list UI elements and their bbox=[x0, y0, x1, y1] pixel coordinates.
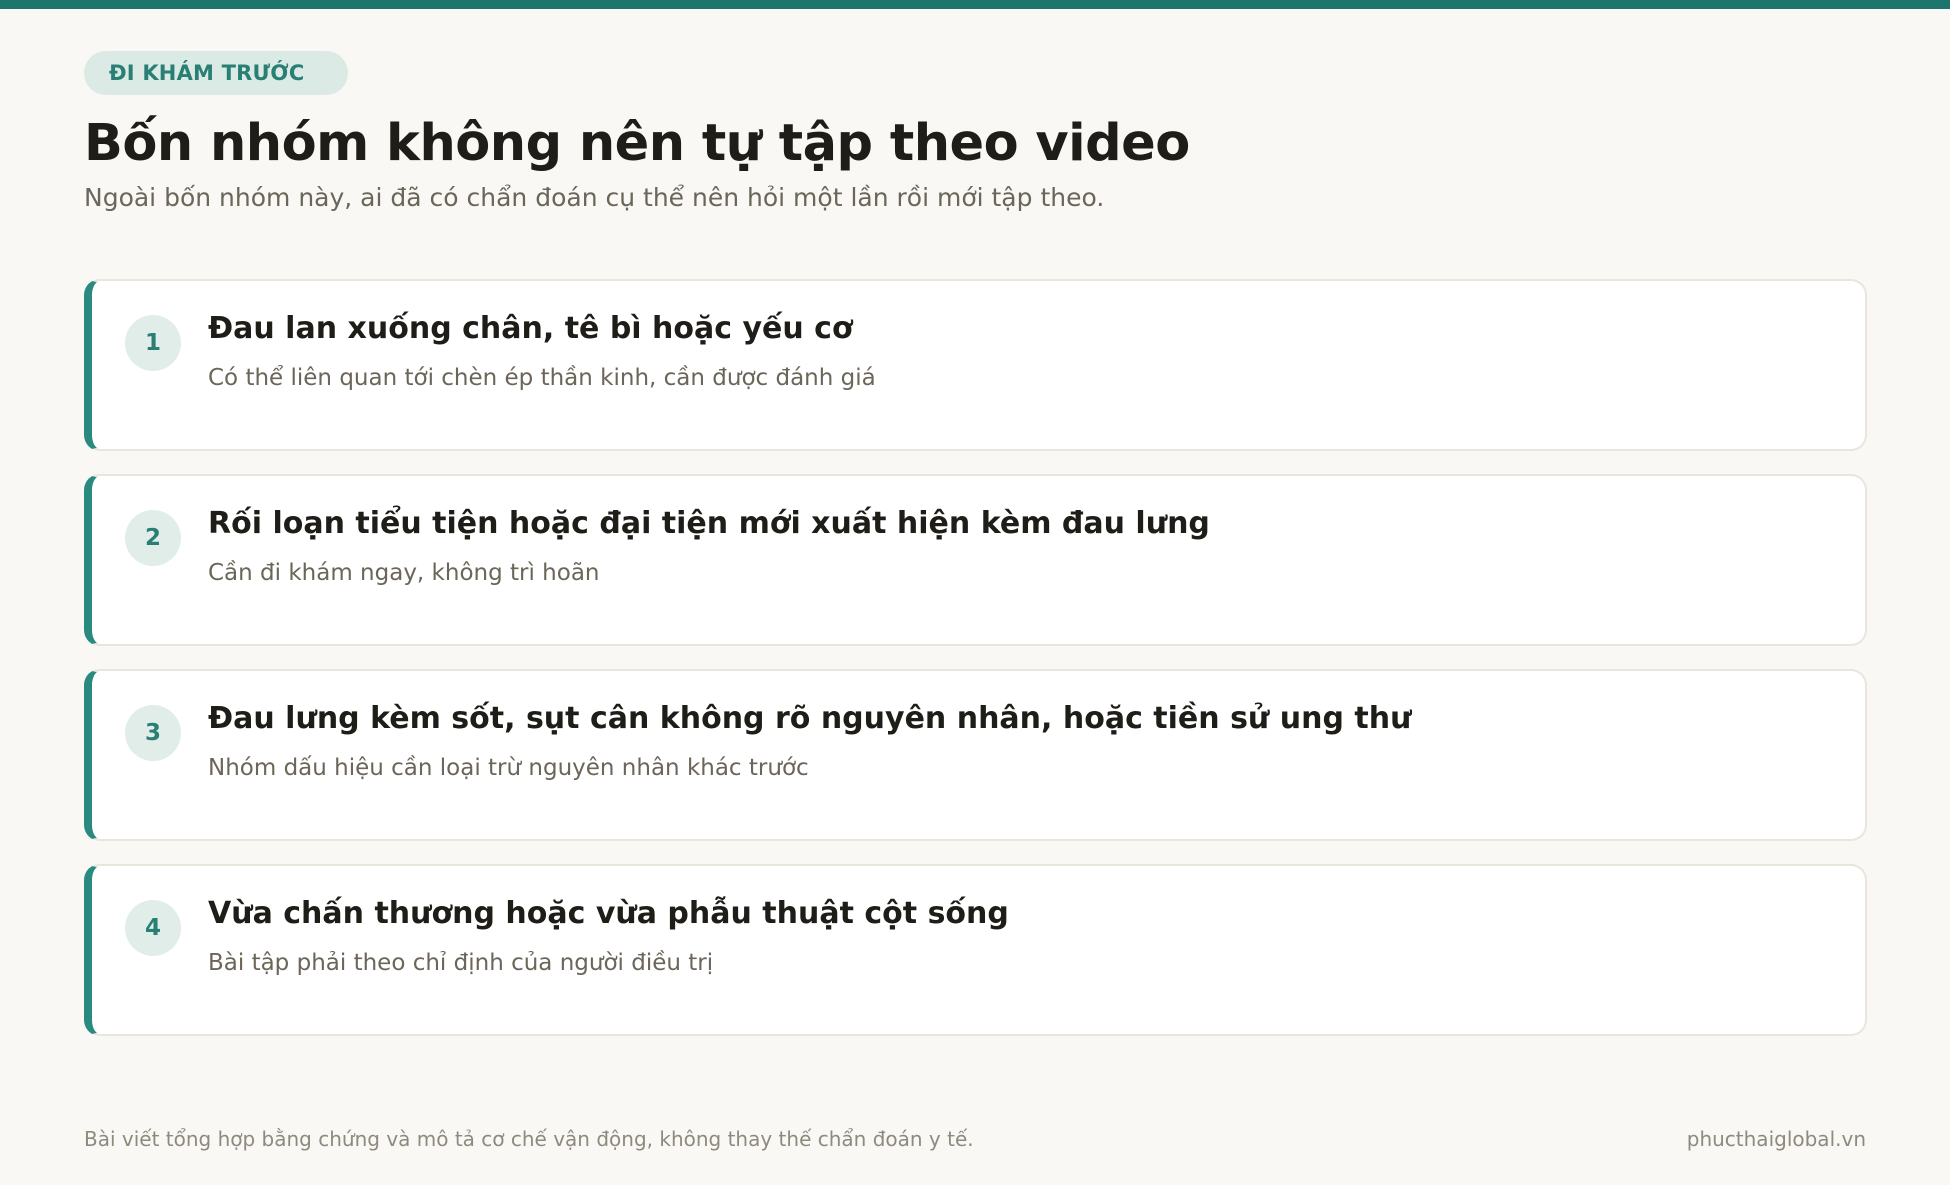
card-number-badge: 2 bbox=[125, 510, 181, 566]
card-title: Vừa chấn thương hoặc vừa phẫu thuật cột … bbox=[208, 896, 1009, 931]
card-number-badge: 4 bbox=[125, 900, 181, 956]
page-content: ĐI KHÁM TRƯỚC Bốn nhóm không nên tự tập … bbox=[84, 51, 1867, 1036]
card-title: Đau lan xuống chân, tê bì hoặc yếu cơ bbox=[208, 311, 853, 346]
card-number-badge: 1 bbox=[125, 315, 181, 371]
warning-card-1: 1 Đau lan xuống chân, tê bì hoặc yếu cơ … bbox=[84, 279, 1867, 451]
card-title: Đau lưng kèm sốt, sụt cân không rõ nguyê… bbox=[208, 701, 1412, 736]
warning-card-3: 3 Đau lưng kèm sốt, sụt cân không rõ ngu… bbox=[84, 669, 1867, 841]
warning-card-4: 4 Vừa chấn thương hoặc vừa phẫu thuật cộ… bbox=[84, 864, 1867, 1036]
footer-disclaimer: Bài viết tổng hợp bằng chứng và mô tả cơ… bbox=[84, 1127, 974, 1151]
page-subtitle: Ngoài bốn nhóm này, ai đã có chẩn đoán c… bbox=[84, 183, 1105, 212]
card-description: Có thể liên quan tới chèn ép thần kinh, … bbox=[208, 365, 876, 391]
footer-site-link[interactable]: phucthaiglobal.vn bbox=[1687, 1125, 1866, 1153]
page-footer: Bài viết tổng hợp bằng chứng và mô tả cơ… bbox=[84, 1125, 1866, 1153]
top-accent-bar bbox=[0, 0, 1950, 9]
card-description: Nhóm dấu hiệu cần loại trừ nguyên nhân k… bbox=[208, 755, 809, 781]
warning-card-2: 2 Rối loạn tiểu tiện hoặc đại tiện mới x… bbox=[84, 474, 1867, 646]
card-description: Cần đi khám ngay, không trì hoãn bbox=[208, 560, 600, 586]
card-description: Bài tập phải theo chỉ định của người điề… bbox=[208, 950, 714, 976]
warning-card-list: 1 Đau lan xuống chân, tê bì hoặc yếu cơ … bbox=[84, 279, 1867, 1059]
section-badge: ĐI KHÁM TRƯỚC bbox=[84, 51, 349, 95]
page-title: Bốn nhóm không nên tự tập theo video bbox=[84, 114, 1190, 173]
card-number-badge: 3 bbox=[125, 705, 181, 761]
card-title: Rối loạn tiểu tiện hoặc đại tiện mới xuấ… bbox=[208, 506, 1210, 541]
